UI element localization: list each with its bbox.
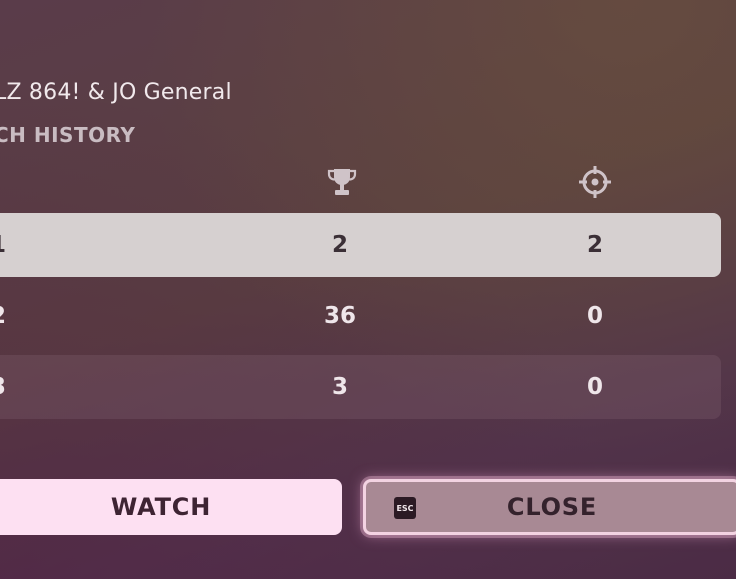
- row-eliminations: 2: [586, 232, 603, 258]
- close-button[interactable]: ESC CLOSE: [363, 479, 736, 535]
- watch-button-label: WATCH: [110, 493, 212, 521]
- row-rank: 3: [0, 355, 14, 419]
- history-row-2[interactable]: 2 36 0: [0, 284, 721, 348]
- watch-button[interactable]: WATCH: [0, 479, 342, 535]
- row-trophy-count: 36: [323, 303, 356, 329]
- row-eliminations: 0: [586, 374, 603, 400]
- match-history-heading: CH HISTORY: [0, 123, 136, 147]
- history-row-1[interactable]: 1 2 2: [0, 213, 721, 277]
- row-rank: 1: [0, 213, 14, 277]
- history-row-3[interactable]: 3 3 0: [0, 355, 721, 419]
- crosshair-icon: [579, 166, 611, 198]
- row-eliminations: 0: [586, 303, 603, 329]
- esc-key-icon: ESC: [394, 497, 416, 519]
- match-players-title: LZ 864! & JO General: [0, 80, 232, 105]
- row-trophy-count: 2: [331, 232, 348, 258]
- trophy-icon: [326, 166, 358, 198]
- row-trophy-count: 3: [331, 374, 348, 400]
- close-button-label: CLOSE: [506, 493, 598, 521]
- row-rank: 2: [0, 284, 14, 348]
